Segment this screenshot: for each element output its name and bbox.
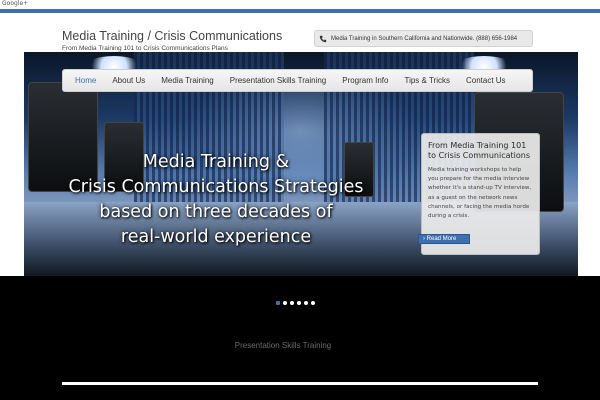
slider-dot[interactable] [276,301,280,305]
contact-box: Media Training in Southern California an… [314,30,533,47]
top-bar: Google+ [0,0,600,9]
nav-presentation-skills-training[interactable]: Presentation Skills Training [230,76,327,85]
nav-program-info[interactable]: Program Info [342,76,388,85]
nav-home[interactable]: Home [75,76,96,85]
accent-line [0,9,600,13]
site-title[interactable]: Media Training / Crisis Communications [62,29,282,43]
presentation-skills-link[interactable]: Presentation Skills Training [0,341,566,350]
google-plus-link[interactable]: Google+ [2,0,28,8]
slider-dot[interactable] [290,301,294,305]
slider-dot[interactable] [283,301,287,305]
nav-contact-us[interactable]: Contact Us [466,76,506,85]
footer-divider [62,382,538,385]
site-tagline: From Media Training 101 to Crisis Commun… [62,45,228,52]
nav-tips-tricks[interactable]: Tips & Tricks [404,76,449,85]
nav-about-us[interactable]: About Us [112,76,145,85]
contact-text: Media Training in Southern California an… [331,35,518,42]
headline-line: real-world experience [120,227,312,247]
headline-line: based on three decades of [99,202,333,222]
read-more-button[interactable]: › Read More [418,234,470,244]
hero-headline: Media Training & Crisis Communications S… [40,150,392,250]
phone-icon [315,31,331,46]
main-nav: Home About Us Media Training Presentatio… [62,69,533,92]
slider-dot[interactable] [297,301,301,305]
slider-pagination [276,301,315,305]
headline-line: Crisis Communications Strategies [68,177,364,197]
nav-media-training[interactable]: Media Training [161,76,213,85]
slider-dot[interactable] [304,301,308,305]
headline-line: Media Training & [142,152,290,172]
info-card-title: From Media Training 101 to Crisis Commun… [428,141,530,160]
info-card-body: Media training workshops to help you pre… [428,167,532,220]
slider-dot[interactable] [311,301,315,305]
